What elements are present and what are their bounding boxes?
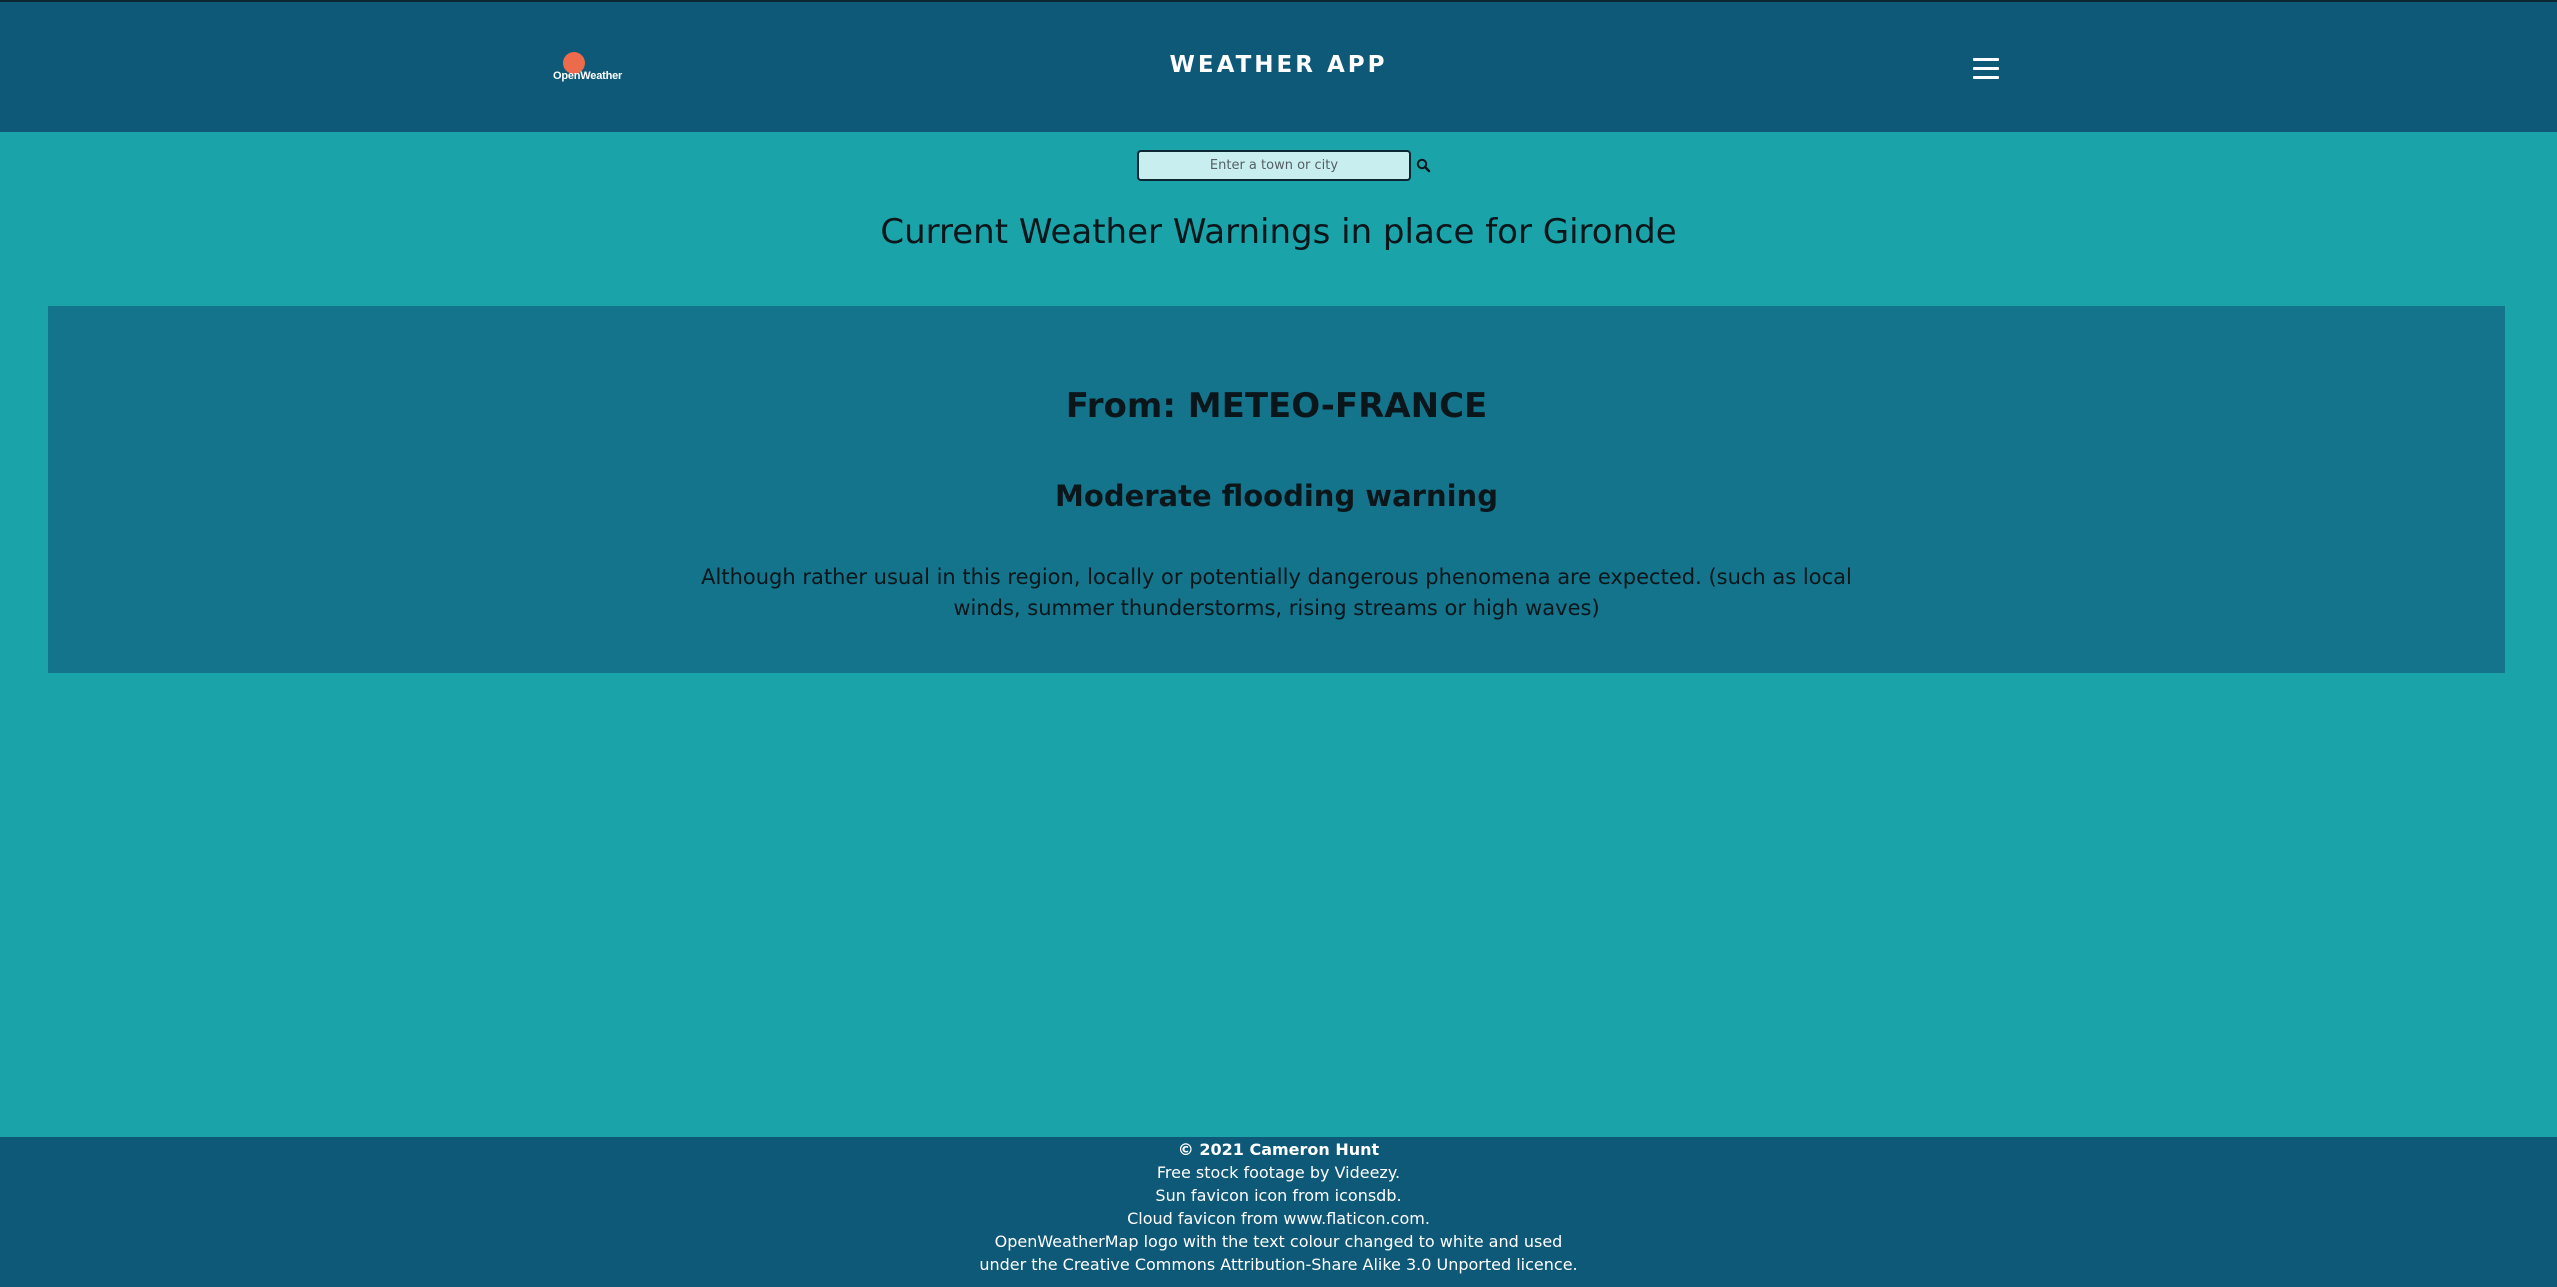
footer-copyright: © 2021 Cameron Hunt: [1177, 1140, 1380, 1159]
footer-credit-line: OpenWeatherMap logo with the text colour…: [994, 1232, 1563, 1251]
warning-description: Although rather usual in this region, lo…: [701, 565, 1852, 620]
app-title: WEATHER APP: [1169, 52, 1388, 78]
warning-title: Moderate flooding warning: [1055, 479, 1498, 513]
page-title: Current Weather Warnings in place for Gi…: [880, 212, 1677, 252]
search-input[interactable]: [1137, 150, 1411, 181]
footer: © 2021 Cameron Hunt Free stock footage b…: [0, 1137, 2557, 1287]
search-button[interactable]: [1414, 156, 1434, 176]
search-icon: [1416, 158, 1431, 173]
top-navbar: OpenWeather WEATHER APP: [0, 0, 2557, 132]
footer-credit-line: under the Creative Commons Attribution-S…: [979, 1255, 1578, 1274]
footer-credit-line: Sun favicon icon from iconsdb.: [1155, 1186, 1402, 1205]
hamburger-menu-icon[interactable]: [1973, 58, 1999, 80]
warning-source: From: METEO-FRANCE: [1065, 386, 1488, 426]
footer-credit-line: Cloud favicon from www.flaticon.com.: [1127, 1209, 1430, 1228]
weather-warning-card: From: METEO-FRANCE Moderate flooding war…: [48, 306, 2505, 673]
footer-credit-line: Free stock footage by Videezy.: [1156, 1163, 1401, 1182]
